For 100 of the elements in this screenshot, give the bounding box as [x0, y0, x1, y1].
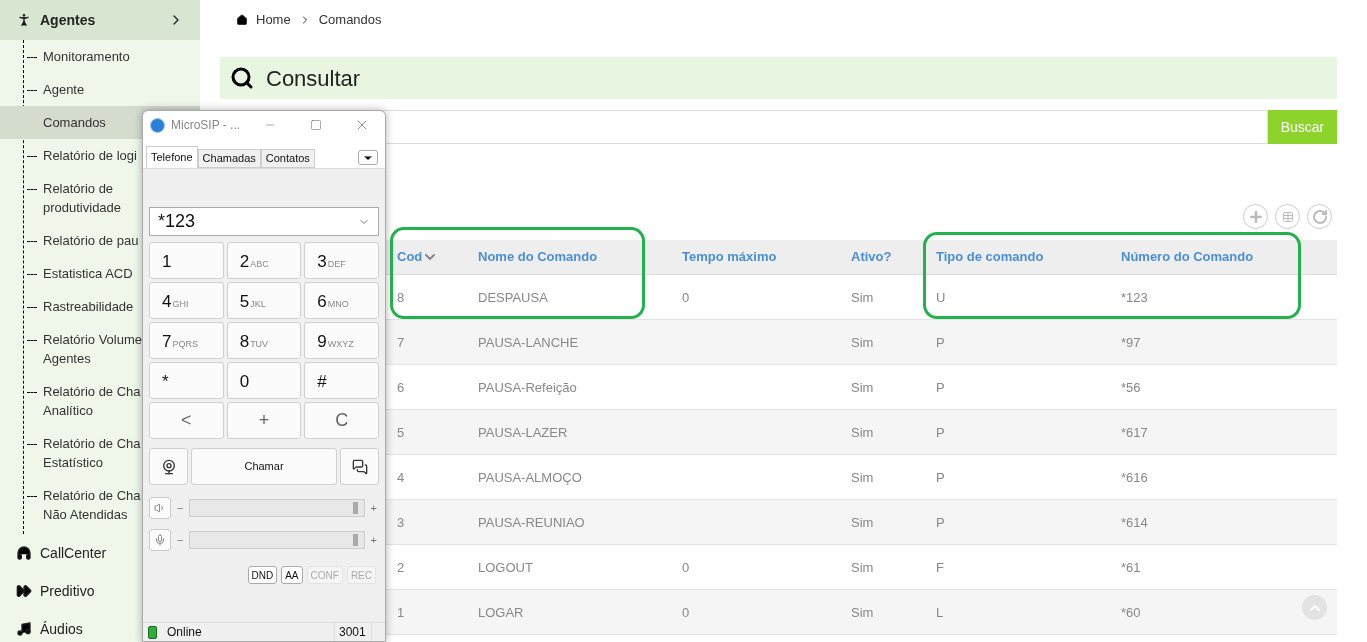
keypad-key[interactable]: 7 PQRS: [149, 322, 224, 359]
music-note-icon: [16, 621, 32, 637]
extension-text: 3001: [334, 623, 371, 641]
call-button[interactable]: Chamar: [191, 448, 337, 485]
table-cell: Sim: [851, 470, 874, 485]
tab[interactable]: Telefone: [146, 146, 198, 168]
table-cell: PAUSA-REUNIAO: [478, 515, 585, 530]
refresh-icon: [1311, 208, 1328, 225]
table-cell: F: [936, 560, 944, 575]
table-cell: *617: [1121, 425, 1148, 440]
table-cell: P: [936, 470, 945, 485]
number-field[interactable]: *123: [149, 207, 379, 236]
table-cell: Sim: [851, 335, 874, 350]
table-cell: DESPAUSA: [478, 290, 548, 305]
speaker-button[interactable]: [149, 497, 171, 519]
keypad-key[interactable]: 5JKL: [226, 282, 302, 319]
table-icon: [1281, 210, 1294, 223]
keypad-key[interactable]: 8TUV: [226, 322, 302, 359]
sidebar-item[interactable]: Relatório de Cha Analítico: [43, 382, 141, 420]
sidebar-section[interactable]: Agentes: [0, 0, 200, 40]
status-icon: [148, 625, 157, 639]
slider-track[interactable]: [189, 531, 365, 549]
microphone-icon: [154, 534, 166, 546]
keypad-key[interactable]: *: [149, 362, 224, 399]
keypad-key[interactable]: 6 MNO: [304, 282, 379, 319]
table-cell: LOGOUT: [478, 560, 533, 575]
table-cell: PAUSA-Refeição: [478, 380, 577, 395]
sidebar-item[interactable]: Relatório de pau: [43, 231, 139, 250]
plus-icon: [1247, 208, 1264, 225]
table-cell: *60: [1121, 605, 1141, 620]
message-button[interactable]: [340, 448, 379, 485]
fast-forward-icon: [16, 583, 32, 599]
breadcrumb-link[interactable]: Comandos: [318, 10, 382, 30]
keypad-key[interactable]: +: [226, 402, 302, 439]
sidebar-section[interactable]: Áudios: [0, 610, 99, 642]
tab[interactable]: Chamadas: [197, 149, 261, 168]
sidebar-item[interactable]: Rastreabilidade: [43, 297, 134, 316]
table-cell: *616: [1121, 470, 1148, 485]
app-logo-icon: [150, 117, 165, 133]
sidebar-item[interactable]: Estatistica ACD: [43, 264, 133, 283]
sidebar-item[interactable]: Relatório de Cha Estatístico: [43, 434, 141, 472]
keypad-key[interactable]: <: [149, 402, 224, 439]
table-cell: 0: [682, 605, 690, 620]
table-cell: *61: [1121, 560, 1141, 575]
table-cell: 3: [397, 515, 405, 530]
keypad-key[interactable]: 3 DEF: [304, 242, 379, 279]
keypad-key[interactable]: 2ABC: [226, 242, 302, 279]
keypad-key[interactable]: 1: [149, 242, 224, 279]
sidebar-section[interactable]: CallCenter: [0, 534, 123, 572]
table-cell: P: [936, 515, 945, 530]
webcam-icon: [160, 458, 177, 475]
slider-thumb[interactable]: [353, 534, 359, 546]
table-cell: LOGAR: [478, 605, 524, 620]
sidebar-item[interactable]: Monitoramento: [43, 47, 130, 66]
slider-track[interactable]: [189, 499, 365, 517]
table-cell: Sim: [851, 380, 874, 395]
plus-label: +: [370, 500, 377, 516]
table-cell: Sim: [851, 605, 874, 620]
table-cell: *123: [1121, 290, 1148, 305]
sidebar-item[interactable]: Relatório de Cha Não Atendidas: [43, 486, 141, 524]
keypad-key[interactable]: 0: [226, 362, 302, 399]
sidebar-item[interactable]: Relatório de logi: [43, 146, 137, 165]
keypad-key[interactable]: 4 GHI: [149, 282, 224, 319]
table-cell: P: [936, 335, 945, 350]
table-cell: 0: [682, 560, 690, 575]
toggle-button[interactable]: DND: [247, 566, 278, 584]
plus-label: +: [370, 532, 377, 548]
sidebar-item[interactable]: Agente: [43, 80, 85, 99]
table-cell: Sim: [851, 560, 874, 575]
breadcrumb-link[interactable]: Home: [256, 10, 291, 30]
window-title: MicroSIP - ...: [171, 117, 242, 134]
table-cell: *614: [1121, 515, 1148, 530]
table-cell: PAUSA-LANCHE: [478, 335, 579, 350]
maximize-icon: [310, 119, 322, 131]
table-cell: 8: [397, 290, 405, 305]
person-icon: [16, 12, 32, 28]
table-cell: 4: [397, 470, 405, 485]
video-button[interactable]: [149, 448, 188, 485]
sidebar-item[interactable]: Relatório de produtividade: [43, 179, 122, 217]
speaker-icon: [154, 502, 166, 514]
toggle-button[interactable]: AA: [281, 566, 303, 584]
table-cell: Sim: [851, 425, 874, 440]
home-icon: [236, 14, 248, 26]
tab[interactable]: Contatos: [260, 149, 315, 168]
keypad-key[interactable]: 9 WXYZ: [304, 322, 379, 359]
panel-title: Consultar: [266, 64, 361, 93]
sidebar-item[interactable]: Comandos: [43, 113, 106, 132]
table-cell: 2: [397, 560, 405, 575]
slider-thumb[interactable]: [353, 502, 359, 514]
sidebar-section[interactable]: Preditivo: [0, 572, 111, 610]
table-cell: PAUSA-LAZER: [478, 425, 568, 440]
table-cell: 0: [682, 290, 690, 305]
keypad-key[interactable]: #: [304, 362, 379, 399]
table-cell: U: [936, 290, 946, 305]
table-cell: L: [936, 605, 944, 620]
sidebar-item[interactable]: Relatório Volume Agentes: [43, 330, 142, 368]
dropdown-button[interactable]: [358, 150, 378, 165]
keypad-key[interactable]: C: [304, 402, 379, 439]
table-cell: 1: [397, 605, 405, 620]
microphone-button[interactable]: [149, 529, 171, 551]
